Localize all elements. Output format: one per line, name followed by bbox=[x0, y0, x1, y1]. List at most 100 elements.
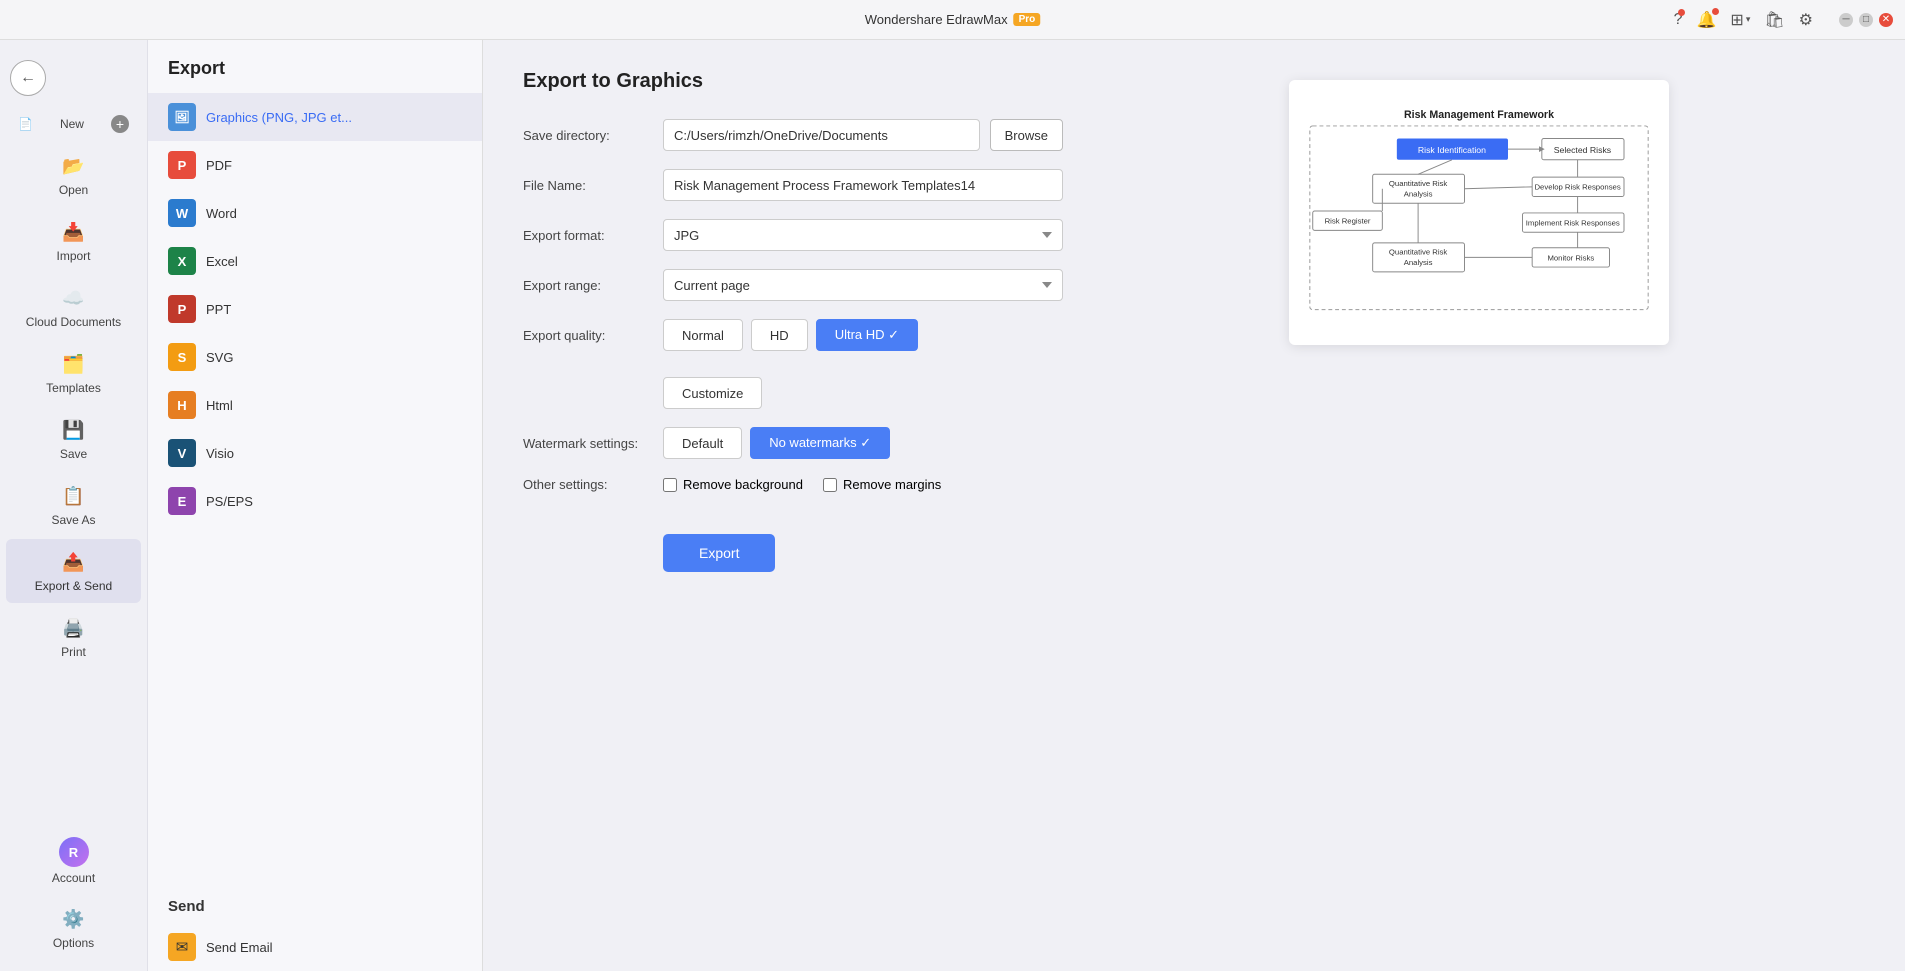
options-icon: ⚙️ bbox=[61, 906, 87, 932]
format-item-pseps[interactable]: E PS/EPS bbox=[148, 477, 482, 525]
watermark-options: Default No watermarks ✓ bbox=[663, 427, 890, 459]
export-btn-row: Export bbox=[523, 510, 1063, 572]
remove-margins-item[interactable]: Remove margins bbox=[823, 477, 941, 492]
format-item-visio[interactable]: V Visio bbox=[148, 429, 482, 477]
format-label-pdf: PDF bbox=[206, 158, 232, 173]
format-item-html[interactable]: H Html bbox=[148, 381, 482, 429]
sidebar-item-import[interactable]: 📥 Import bbox=[6, 209, 141, 273]
sidebar-item-cloud[interactable]: ☁️ Cloud Documents bbox=[6, 275, 141, 339]
window-controls: ─ □ ✕ bbox=[1839, 13, 1893, 27]
svg-text:Quantitative Risk: Quantitative Risk bbox=[1389, 179, 1447, 188]
format-item-ppt[interactable]: P PPT bbox=[148, 285, 482, 333]
sidebar-item-templates[interactable]: 🗂️ Templates bbox=[6, 341, 141, 405]
sidebar-item-open[interactable]: 📂 Open bbox=[6, 143, 141, 207]
send-section-title: Send bbox=[148, 884, 482, 923]
png-icon: 🖼 bbox=[168, 103, 196, 131]
sidebar-item-export[interactable]: 📤 Export & Send bbox=[6, 539, 141, 603]
export-panel: Export 🖼 Graphics (PNG, JPG et... P PDF … bbox=[148, 40, 483, 971]
settings-icon[interactable]: ⚙ bbox=[1795, 6, 1817, 34]
export-button[interactable]: Export bbox=[663, 534, 775, 572]
svg-text:Risk Identification: Risk Identification bbox=[1418, 145, 1486, 155]
sidebar-item-label-export: Export & Send bbox=[35, 579, 112, 593]
back-button[interactable]: ← bbox=[10, 60, 46, 96]
quality-hd-button[interactable]: HD bbox=[751, 319, 808, 351]
store-icon[interactable]: 🛍 bbox=[1760, 6, 1788, 34]
close-button[interactable]: ✕ bbox=[1879, 13, 1893, 27]
watermark-label: Watermark settings: bbox=[523, 436, 653, 451]
maximize-button[interactable]: □ bbox=[1859, 13, 1873, 27]
export-icon: 📤 bbox=[61, 549, 87, 575]
customize-row: Customize bbox=[523, 369, 1063, 409]
format-item-word[interactable]: W Word bbox=[148, 189, 482, 237]
svg-text:Risk Management Framework: Risk Management Framework bbox=[1404, 109, 1554, 121]
file-name-input[interactable] bbox=[663, 169, 1063, 201]
visio-icon: V bbox=[168, 439, 196, 467]
quality-normal-button[interactable]: Normal bbox=[663, 319, 743, 351]
svg-icon: S bbox=[168, 343, 196, 371]
sidebar-item-save-as[interactable]: 📋 Save As bbox=[6, 473, 141, 537]
plus-icon: + bbox=[111, 115, 129, 133]
sidebar-item-label-save-as: Save As bbox=[51, 513, 95, 527]
remove-background-checkbox[interactable] bbox=[663, 478, 677, 492]
open-icon: 📂 bbox=[61, 153, 87, 179]
sidebar-item-label-print: Print bbox=[61, 645, 86, 659]
help-icon[interactable]: ? bbox=[1670, 7, 1687, 33]
format-item-svg[interactable]: S SVG bbox=[148, 333, 482, 381]
export-format-select[interactable]: JPG PNG BMP TIFF GIF SVG bbox=[663, 219, 1063, 251]
format-label-ppt: PPT bbox=[206, 302, 231, 317]
export-format-label: Export format: bbox=[523, 228, 653, 243]
pro-badge: Pro bbox=[1014, 13, 1041, 26]
export-range-row: Export range: Current page All pages Sel… bbox=[523, 269, 1063, 301]
back-btn-area: ← bbox=[0, 50, 147, 106]
sidebar-item-label-cloud: Cloud Documents bbox=[26, 315, 121, 329]
sidebar-item-save[interactable]: 💾 Save bbox=[6, 407, 141, 471]
bell-icon[interactable]: 🔔 bbox=[1692, 6, 1720, 34]
sidebar-item-print[interactable]: 🖨️ Print bbox=[6, 605, 141, 669]
watermark-default-button[interactable]: Default bbox=[663, 427, 742, 459]
send-email-item[interactable]: ✉ Send Email bbox=[148, 923, 482, 971]
quality-ultrahd-button[interactable]: Ultra HD ✓ bbox=[816, 319, 918, 351]
apps-icon[interactable]: ⊞ ▾ bbox=[1726, 6, 1754, 34]
export-quality-label: Export quality: bbox=[523, 328, 653, 343]
svg-text:Analysis: Analysis bbox=[1404, 258, 1433, 267]
format-item-pdf[interactable]: P PDF bbox=[148, 141, 482, 189]
word-icon: W bbox=[168, 199, 196, 227]
topbar-icons: ? 🔔 ⊞ ▾ 🛍 ⚙ bbox=[1670, 6, 1817, 34]
watermark-none-button[interactable]: No watermarks ✓ bbox=[750, 427, 890, 459]
email-icon: ✉ bbox=[168, 933, 196, 961]
browse-button[interactable]: Browse bbox=[990, 119, 1063, 151]
customize-button[interactable]: Customize bbox=[663, 377, 762, 409]
sidebar-item-label-new: New bbox=[60, 117, 84, 131]
file-name-row: File Name: bbox=[523, 169, 1063, 201]
sidebar-item-label-options: Options bbox=[53, 936, 94, 950]
sidebar-item-options[interactable]: ⚙️ Options bbox=[6, 896, 141, 960]
format-label-svg: SVG bbox=[206, 350, 233, 365]
remove-margins-checkbox[interactable] bbox=[823, 478, 837, 492]
quality-row: Normal HD Ultra HD ✓ bbox=[663, 319, 918, 351]
html-icon: H bbox=[168, 391, 196, 419]
pdf-icon: P bbox=[168, 151, 196, 179]
sidebar-item-new[interactable]: 📄 New + bbox=[6, 107, 141, 141]
cloud-icon: ☁️ bbox=[61, 285, 87, 311]
save-directory-row: Save directory: Browse bbox=[523, 119, 1063, 151]
form-panel: Export to Graphics Save directory: Brows… bbox=[523, 70, 1063, 941]
remove-background-item[interactable]: Remove background bbox=[663, 477, 803, 492]
export-format-list: 🖼 Graphics (PNG, JPG et... P PDF W Word … bbox=[148, 93, 482, 884]
sidebar-item-account[interactable]: R Account bbox=[6, 827, 141, 895]
app-body: ← 📄 New + 📂 Open 📥 Import ☁️ Cloud Docum… bbox=[0, 40, 1905, 971]
export-format-row: Export format: JPG PNG BMP TIFF GIF SVG bbox=[523, 219, 1063, 251]
pseps-icon: E bbox=[168, 487, 196, 515]
chevron-down-icon: ▾ bbox=[1746, 14, 1751, 25]
notif-dot bbox=[1678, 9, 1685, 16]
format-item-excel[interactable]: X Excel bbox=[148, 237, 482, 285]
titlebar: Wondershare EdrawMax Pro ? 🔔 ⊞ ▾ 🛍 ⚙ bbox=[0, 0, 1905, 40]
minimize-button[interactable]: ─ bbox=[1839, 13, 1853, 27]
templates-icon: 🗂️ bbox=[61, 351, 87, 377]
format-item-png[interactable]: 🖼 Graphics (PNG, JPG et... bbox=[148, 93, 482, 141]
svg-text:Develop Risk Responses: Develop Risk Responses bbox=[1534, 183, 1620, 192]
app-name: Wondershare EdrawMax bbox=[865, 12, 1008, 27]
save-directory-input[interactable] bbox=[663, 119, 980, 151]
export-range-select[interactable]: Current page All pages Selected objects bbox=[663, 269, 1063, 301]
file-name-label: File Name: bbox=[523, 178, 653, 193]
preview-diagram: Risk Management Framework Risk Identific… bbox=[1305, 96, 1653, 326]
